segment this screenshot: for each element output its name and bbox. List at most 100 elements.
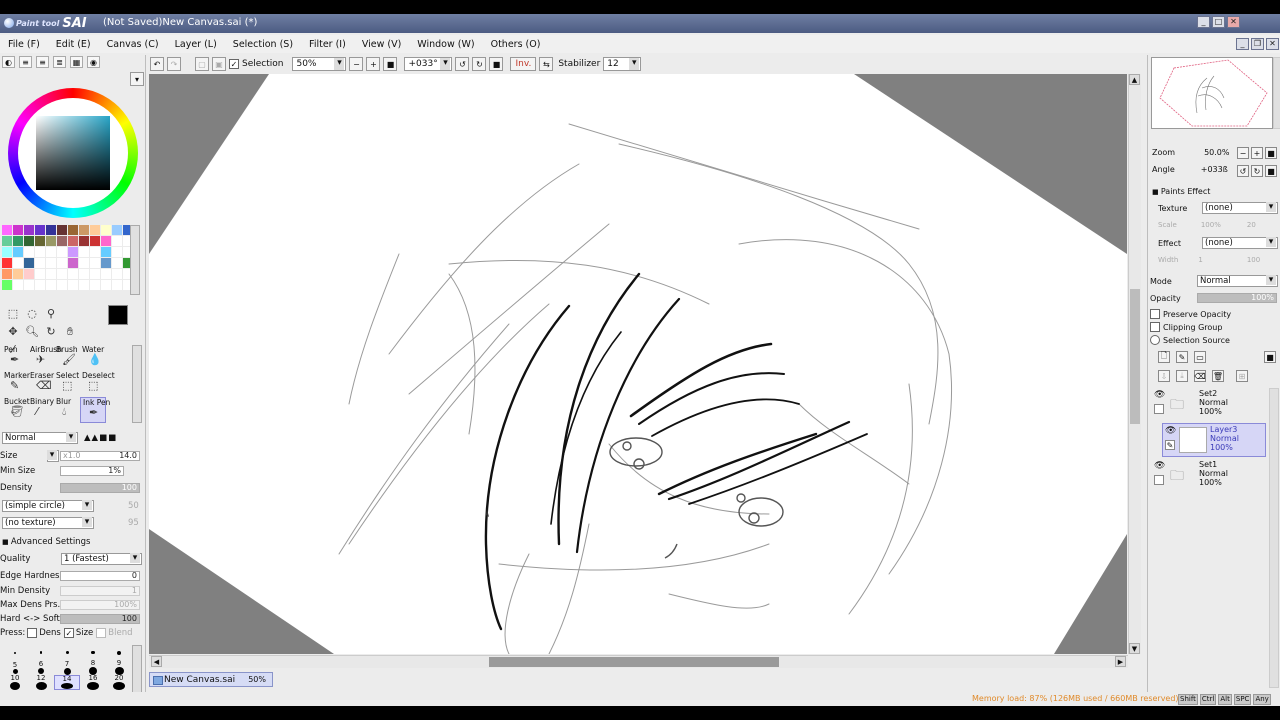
brush-texture-select[interactable]: (no texture) (2, 517, 94, 529)
brush-tool-airbrush[interactable]: AirBrush ✈ (28, 345, 62, 371)
rgb-slider-icon[interactable]: ≡ (19, 56, 32, 68)
brush-tool-water[interactable]: Water 💧 (80, 345, 106, 371)
rotate-icon[interactable]: ↻ (42, 323, 60, 340)
new-layer-icon[interactable]: 🗋︎ (1158, 351, 1170, 363)
color-swatch[interactable] (35, 247, 45, 257)
color-swatch[interactable] (35, 269, 45, 279)
color-swatch[interactable] (46, 225, 56, 235)
canvas-vertical-scrollbar[interactable]: ▲ ▼ (1128, 74, 1141, 654)
color-swatch[interactable] (35, 280, 45, 290)
press-dens-checkbox[interactable] (27, 628, 38, 638)
brush-size-preset[interactable]: 7 (54, 660, 80, 675)
foreground-color-swatch[interactable] (108, 305, 128, 325)
move-icon[interactable]: ✥ (4, 323, 22, 340)
clear-layer-icon[interactable]: ⌫ (1194, 370, 1206, 382)
layer-scrollbar[interactable] (1269, 388, 1279, 688)
size-slider[interactable]: x1.0 14.0 (60, 451, 140, 461)
menu-edit[interactable]: Edit (E) (48, 39, 99, 50)
minimize-icon[interactable]: _ (1197, 16, 1210, 28)
undo-icon[interactable]: ↶ (150, 57, 164, 71)
preserve-opacity-checkbox[interactable] (1150, 309, 1160, 319)
press-size-checkbox[interactable]: ✓ (63, 628, 74, 638)
vertical-scroll-thumb[interactable] (1130, 289, 1140, 424)
maximize-icon[interactable]: □ (1212, 16, 1225, 28)
menu-view[interactable]: View (V) (354, 39, 409, 50)
color-swatch[interactable] (46, 247, 56, 257)
scroll-up-icon[interactable]: ▲ (1129, 74, 1140, 85)
invert-view-button[interactable]: Inv. (510, 57, 537, 71)
menu-canvas[interactable]: Canvas (C) (99, 39, 167, 50)
color-swatch[interactable] (68, 280, 78, 290)
color-swatch[interactable] (13, 236, 23, 246)
invert-selection-icon[interactable]: ▣ (212, 57, 226, 71)
brush-size-preset[interactable] (2, 645, 28, 660)
doc-restore-icon[interactable]: ❐ (1251, 38, 1264, 50)
effect-select[interactable]: (none) (1202, 237, 1278, 249)
menu-selection[interactable]: Selection (S) (225, 39, 301, 50)
color-swatch[interactable] (90, 280, 100, 290)
brush-shape-select[interactable]: (simple circle) (2, 500, 94, 512)
menu-filter[interactable]: Filter (I) (301, 39, 354, 50)
advanced-header[interactable]: Advanced Settings (2, 535, 91, 549)
brush-size-preset[interactable]: 5 (2, 660, 28, 675)
color-swatch[interactable] (79, 247, 89, 257)
hsv-slider-icon[interactable]: ≡ (36, 56, 49, 68)
rect-select-icon[interactable]: ⬚ (4, 305, 22, 322)
menu-others[interactable]: Others (O) (483, 39, 549, 50)
doc-close-icon[interactable]: ✕ (1266, 38, 1279, 50)
color-swatch[interactable] (24, 225, 34, 235)
color-swatch[interactable] (24, 258, 34, 268)
scroll-right-icon[interactable]: ▶ (1115, 656, 1126, 667)
new-folder-icon[interactable]: ▭ (1194, 351, 1206, 363)
hand-icon[interactable]: ✋︎ (61, 323, 79, 340)
color-swatch[interactable] (68, 236, 78, 246)
max-dens-slider[interactable]: 100% (60, 600, 140, 610)
tab-new-canvas[interactable]: New Canvas.sai 50% (149, 672, 273, 687)
color-swatch[interactable] (35, 236, 45, 246)
canvas-viewport[interactable] (149, 74, 1127, 654)
color-swatch[interactable] (68, 269, 78, 279)
color-swatch[interactable] (90, 247, 100, 257)
new-linework-layer-icon[interactable]: ✎ (1176, 351, 1188, 363)
paints-effect-header[interactable]: Paints Effect (1152, 185, 1211, 197)
color-swatch[interactable] (101, 258, 111, 268)
color-swatch[interactable] (46, 236, 56, 246)
delete-layer-icon[interactable]: 🗑︎ (1212, 370, 1224, 382)
zoom-select[interactable]: 50% (292, 57, 347, 71)
color-swatch[interactable] (79, 280, 89, 290)
brush-tip-shapes[interactable]: ▲▲■■ (84, 433, 117, 443)
angle-select[interactable]: +033° (404, 57, 453, 71)
brush-size-preset[interactable]: 14 (54, 675, 80, 690)
menu-layer[interactable]: Layer (L) (167, 39, 225, 50)
color-swatch[interactable] (57, 280, 67, 290)
rotate-right-icon[interactable]: ↻ (472, 57, 487, 71)
navigator-scrollbar[interactable] (1273, 57, 1280, 129)
color-swatch[interactable] (112, 225, 122, 235)
horizontal-scroll-thumb[interactable] (489, 657, 779, 667)
layer-extra-icon[interactable]: ⊞ (1236, 370, 1248, 382)
layer-item-set2[interactable]: 👁︎ 🗀︎ Set2 Normal 100% (1152, 388, 1270, 422)
color-swatch[interactable] (24, 236, 34, 246)
brush-tool-marker[interactable]: Marker ✎ (2, 371, 30, 397)
nav-zoom-out-icon[interactable]: − (1237, 147, 1249, 159)
color-swatch[interactable] (35, 258, 45, 268)
color-swatch[interactable] (57, 225, 67, 235)
color-swatch[interactable] (13, 280, 23, 290)
color-swatch[interactable] (57, 258, 67, 268)
color-swatch[interactable] (24, 280, 34, 290)
color-swatch[interactable] (2, 258, 12, 268)
color-swatch[interactable] (90, 258, 100, 268)
min-density-slider[interactable]: 1 (60, 586, 140, 596)
brush-size-preset[interactable] (28, 645, 54, 660)
nav-rotate-reset-icon[interactable]: ■ (1265, 165, 1277, 177)
color-swatch[interactable] (57, 247, 67, 257)
color-wheel[interactable] (8, 88, 138, 218)
canvas-paper[interactable] (149, 74, 1127, 654)
close-icon[interactable]: ✕ (1227, 16, 1240, 28)
swatch-grid[interactable] (2, 225, 133, 295)
brush-tool-eraser[interactable]: Eraser ⌫ (28, 371, 54, 397)
layer-opacity-slider[interactable]: 100% (1197, 293, 1277, 303)
layer-item-set1[interactable]: 👁︎ 🗀︎ Set1 Normal 100% (1152, 459, 1270, 493)
stabilizer-select[interactable]: 12 (603, 57, 642, 71)
density-slider[interactable]: 100 (60, 483, 140, 493)
